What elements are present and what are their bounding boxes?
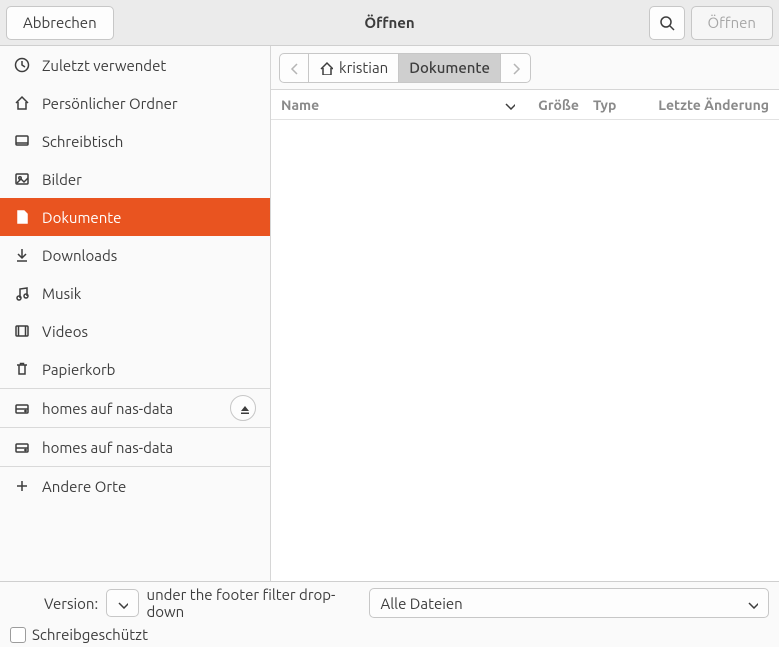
music-icon [14, 285, 30, 301]
file-browser: kristian Dokumente Name Größe Typ Letzte… [271, 46, 779, 581]
filetype-filter[interactable]: Alle Dateien [369, 588, 769, 618]
sidebar-item-home[interactable]: Persönlicher Ordner [0, 84, 270, 122]
path-segment-label: kristian [339, 59, 388, 76]
file-list[interactable] [271, 120, 779, 581]
sidebar-item-label: Andere Orte [42, 478, 126, 495]
chevron-down-icon [746, 595, 758, 612]
sidebar-item-trash[interactable]: Papierkorb [0, 350, 270, 388]
sidebar-item-documents[interactable]: Dokumente [0, 198, 270, 236]
sidebar-item-pictures[interactable]: Bilder [0, 160, 270, 198]
chevron-down-icon [503, 98, 515, 110]
drive-icon [14, 439, 30, 455]
document-icon [14, 209, 30, 225]
trash-icon [14, 361, 30, 377]
sidebar-mount-0[interactable]: homes auf nas-data [0, 389, 270, 427]
sidebar-item-label: Musik [42, 285, 81, 302]
sidebar-item-label: Schreibtisch [42, 133, 123, 150]
column-header-type[interactable]: Typ [593, 97, 627, 113]
column-header-name[interactable]: Name [281, 97, 515, 113]
open-button[interactable]: Öffnen [691, 6, 773, 40]
cancel-button[interactable]: Abbrechen [6, 6, 114, 40]
eject-icon [237, 402, 249, 414]
sidebar-item-label: Downloads [42, 247, 117, 264]
search-button[interactable] [649, 6, 685, 40]
video-icon [14, 323, 30, 339]
sidebar-item-label: Videos [42, 323, 88, 340]
version-label: Version: [44, 595, 98, 612]
path-segment-current[interactable]: Dokumente [399, 53, 501, 83]
titlebar: Abbrechen Öffnen Öffnen [0, 0, 779, 46]
drive-icon [14, 400, 30, 416]
desktop-icon [14, 133, 30, 149]
path-back-button[interactable] [279, 53, 309, 83]
filetype-selected: Alle Dateien [380, 595, 462, 612]
path-segment-home[interactable]: kristian [309, 53, 399, 83]
search-icon [659, 15, 675, 31]
clock-icon [14, 57, 30, 73]
home-icon [319, 61, 333, 75]
path-bar: kristian Dokumente [271, 46, 779, 90]
sidebar-item-videos[interactable]: Videos [0, 312, 270, 350]
eject-button[interactable] [230, 395, 256, 421]
column-header-label: Name [281, 97, 319, 113]
sidebar-item-label: homes auf nas-data [42, 400, 173, 417]
version-dropdown[interactable] [106, 589, 138, 617]
readonly-checkbox[interactable] [10, 627, 26, 643]
path-forward-button[interactable] [501, 53, 531, 83]
chevron-right-icon [508, 61, 522, 75]
sidebar-item-label: homes auf nas-data [42, 439, 173, 456]
column-header-size[interactable]: Größe [529, 97, 579, 113]
path-segment-label: Dokumente [409, 59, 490, 76]
sidebar-item-label: Papierkorb [42, 361, 115, 378]
sidebar-item-desktop[interactable]: Schreibtisch [0, 122, 270, 160]
places-sidebar: Zuletzt verwendet Persönlicher Ordner Sc… [0, 46, 271, 581]
pictures-icon [14, 171, 30, 187]
sidebar-item-label: Persönlicher Ordner [42, 95, 178, 112]
readonly-label: Schreibgeschützt [32, 626, 148, 643]
chevron-down-icon [116, 597, 128, 609]
home-icon [14, 95, 30, 111]
sidebar-item-label: Dokumente [42, 209, 121, 226]
sidebar-item-music[interactable]: Musik [0, 274, 270, 312]
sidebar-item-label: Bilder [42, 171, 82, 188]
sidebar-mount-1[interactable]: homes auf nas-data [0, 428, 270, 466]
sidebar-item-recent[interactable]: Zuletzt verwendet [0, 46, 270, 84]
sort-indicator [503, 97, 515, 113]
sidebar-other-locations[interactable]: Andere Orte [0, 467, 270, 505]
footer: Version: under the footer filter drop-do… [0, 581, 779, 647]
sidebar-item-downloads[interactable]: Downloads [0, 236, 270, 274]
file-list-header: Name Größe Typ Letzte Änderung [271, 90, 779, 120]
column-header-modified[interactable]: Letzte Änderung [641, 97, 769, 113]
download-icon [14, 247, 30, 263]
chevron-left-icon [287, 61, 301, 75]
plus-icon [14, 478, 30, 494]
sidebar-item-label: Zuletzt verwendet [42, 57, 166, 74]
